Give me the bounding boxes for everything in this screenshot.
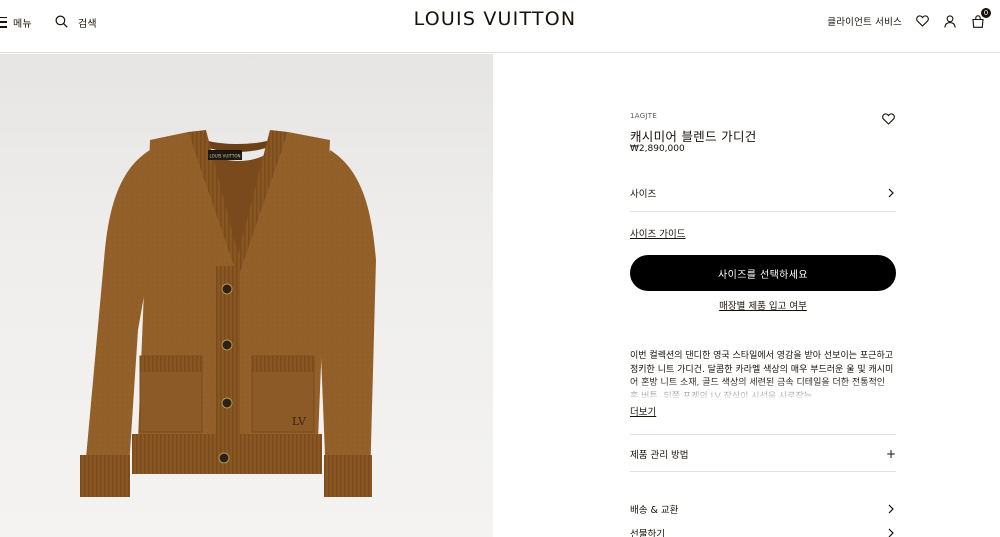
site-header: 메뉴 검색 LOUIS VUITTON 클라이언트 서비스 0 [0,0,1000,53]
cardigan-illustration: LV LOUIS VUITTON [80,130,376,497]
product-name: 캐시미어 블렌드 가디건 [630,129,757,144]
product-description: 이번 컬렉션의 댄디한 영국 스타일에서 영감을 받아 선보이는 포근하고 정키… [630,351,894,398]
size-guide-link[interactable]: 사이즈 가이드 [630,226,685,240]
account-button[interactable] [942,13,958,29]
svg-text:LV: LV [292,415,307,428]
divider [630,211,896,212]
chevron-right-icon [888,188,894,198]
shopping-bag-button[interactable]: 0 [970,8,991,29]
search-icon [55,13,68,32]
store-availability-link[interactable]: 매장별 제품 입고 여부 [630,298,896,312]
divider [630,434,896,435]
brand-logo[interactable]: LOUIS VUITTON [400,8,590,30]
select-size-button[interactable]: 사이즈를 선택하세요 [630,255,896,291]
plus-icon: + [885,447,896,461]
shipping-returns-link[interactable]: 배송 & 교환 [630,502,896,516]
garment-label: LOUIS VUITTON [210,154,241,159]
size-label: 사이즈 [630,189,657,200]
product-price: ₩2,890,000 [630,144,685,154]
menu-label: 메뉴 [13,18,32,30]
care-label: 제품 관리 방법 [630,450,689,461]
header-actions: 클라이언트 서비스 0 [827,8,991,31]
add-to-wishlist-button[interactable] [882,110,896,125]
wishlist-button[interactable] [914,13,930,29]
heart-icon [882,113,895,125]
bag-count-badge: 0 [981,8,991,18]
product-sku: 1AGJTE [630,112,658,120]
care-instructions-toggle[interactable]: 제품 관리 방법 + [630,447,896,461]
account-icon [944,14,956,28]
size-selector[interactable]: 사이즈 [630,186,896,200]
chevron-right-icon [888,528,894,537]
read-more-link[interactable]: 더보기 [630,404,656,418]
chevron-right-icon [888,504,894,514]
client-services-link[interactable]: 클라이언트 서비스 [827,14,902,28]
search-label: 검색 [78,18,97,30]
gift-link[interactable]: 선물하기 [630,526,896,537]
heart-icon [915,15,929,27]
gift-label: 선물하기 [630,529,665,537]
shipping-label: 배송 & 교환 [630,505,679,516]
menu-button[interactable]: 메뉴 [0,13,32,31]
search-button[interactable]: 검색 [55,13,97,31]
menu-icon [0,16,7,28]
product-image[interactable]: LV LOUIS VUITTON [0,54,493,537]
divider [630,471,896,472]
